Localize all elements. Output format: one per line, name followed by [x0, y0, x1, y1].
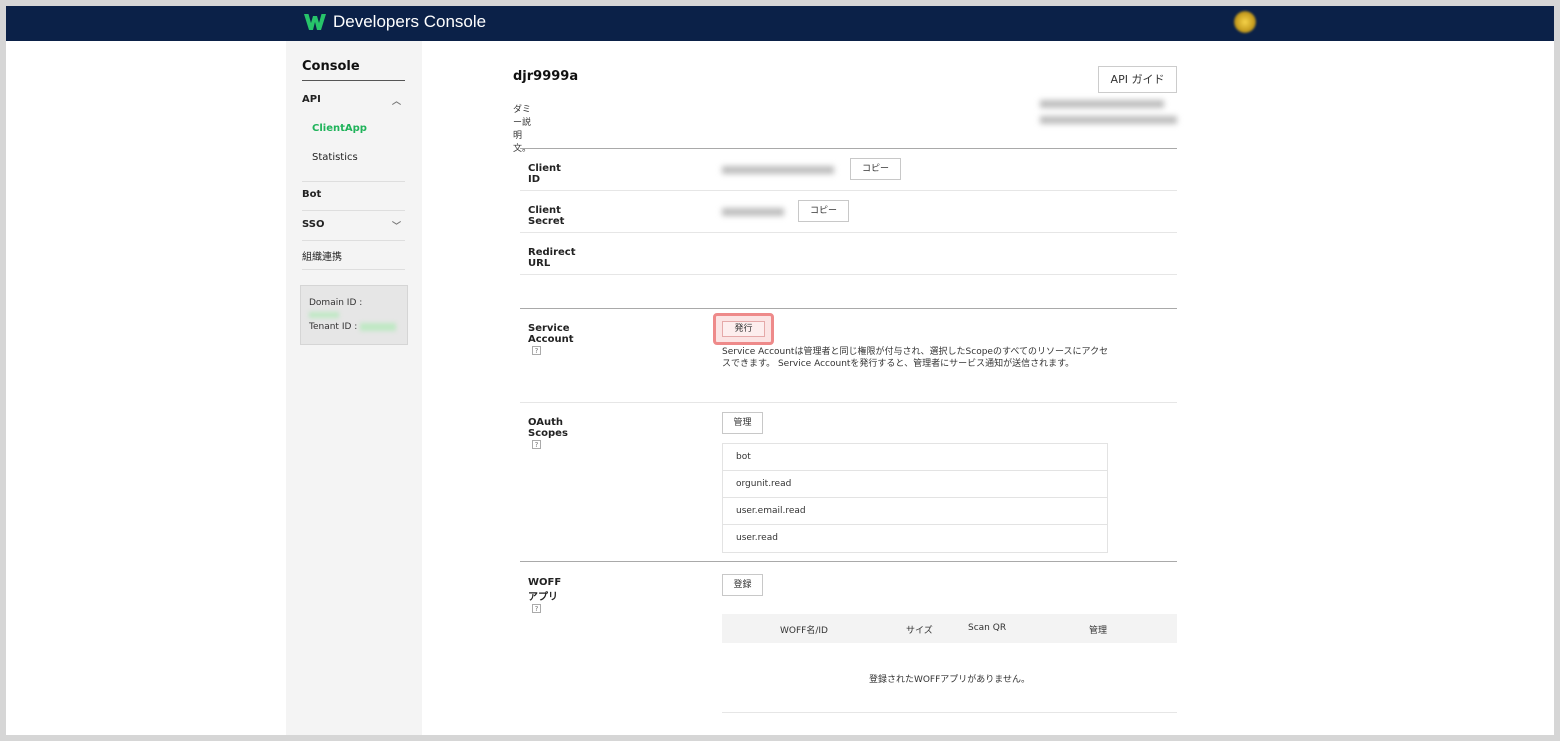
- sidebar-title: Console: [302, 59, 405, 81]
- help-icon[interactable]: ?: [532, 345, 541, 355]
- client-secret-value-redacted: [722, 208, 784, 216]
- manage-scopes-button[interactable]: 管理: [722, 412, 763, 434]
- woff-app-label: WOFFアプリ?: [528, 577, 561, 614]
- redacted-meta-line: [1040, 116, 1177, 124]
- row-divider: [520, 232, 1177, 233]
- app-window: Developers Console Console API ︿ ClientA…: [6, 6, 1554, 735]
- api-guide-button[interactable]: API ガイド: [1098, 66, 1177, 93]
- domain-id-label: Domain ID :: [309, 298, 363, 308]
- help-icon[interactable]: ?: [532, 603, 541, 613]
- woff-app-label-text: WOFFアプリ: [528, 577, 562, 603]
- scope-item: user.read: [736, 533, 778, 543]
- help-icon[interactable]: ?: [532, 439, 541, 449]
- tenant-info-box: Domain ID : Tenant ID :: [300, 285, 408, 345]
- sidebar-item-statistics[interactable]: Statistics: [312, 152, 402, 163]
- column-header-scan-qr: Scan QR: [968, 623, 1007, 633]
- sidebar-item-sso[interactable]: SSO ﹀: [302, 219, 405, 232]
- scope-list: bot orgunit.read user.email.read user.re…: [722, 443, 1108, 553]
- scope-item: orgunit.read: [723, 471, 1107, 498]
- sidebar-divider: [302, 210, 405, 211]
- redirect-url-label: Redirect URL: [528, 247, 576, 269]
- brand-title[interactable]: Developers Console: [333, 12, 486, 32]
- scope-item: bot: [723, 444, 1107, 471]
- section-divider: [520, 148, 1177, 149]
- sidebar-divider: [302, 240, 405, 241]
- sidebar-item-label: Bot: [302, 189, 322, 200]
- service-account-label-text: Service Account: [528, 323, 574, 345]
- issue-button-highlight: 発行: [713, 313, 774, 345]
- row-divider: [520, 274, 1177, 275]
- column-header-size: サイズ: [906, 626, 933, 636]
- sidebar-item-api[interactable]: API ︿: [302, 94, 405, 107]
- copy-client-secret-button[interactable]: コピー: [798, 200, 849, 222]
- scope-item: user.email.read: [723, 498, 1107, 525]
- top-navbar: Developers Console: [6, 6, 1554, 41]
- sidebar-divider: [302, 181, 405, 182]
- section-divider: [520, 308, 1177, 309]
- row-divider: [722, 712, 1177, 713]
- tenant-id-label: Tenant ID :: [309, 322, 358, 332]
- sidebar: Console API ︿ ClientApp Statistics Bot S…: [286, 41, 422, 735]
- oauth-scopes-label: OAuth Scopes?: [528, 417, 568, 450]
- sidebar-item-bot[interactable]: Bot: [302, 189, 405, 200]
- row-divider: [520, 190, 1177, 191]
- redacted-meta-line: [1040, 100, 1164, 108]
- column-header-woff-name: WOFF名/ID: [780, 626, 828, 636]
- chevron-up-icon: ︿: [391, 97, 401, 107]
- section-divider: [520, 561, 1177, 562]
- service-account-description: Service Accountは管理者と同じ権限が付与され、選択したScopeの…: [722, 347, 1109, 369]
- domain-id-value-redacted: [309, 312, 339, 318]
- sidebar-item-org-link[interactable]: 組織連携: [302, 248, 405, 263]
- issue-service-account-button[interactable]: 発行: [722, 321, 765, 337]
- register-woff-button[interactable]: 登録: [722, 574, 763, 596]
- column-header-manage: 管理: [1089, 626, 1108, 636]
- oauth-scopes-label-text: OAuth Scopes: [528, 417, 568, 439]
- sidebar-item-label: API: [302, 94, 321, 105]
- tenant-id-value-redacted: [360, 322, 397, 331]
- sidebar-item-label: 組織連携: [302, 252, 342, 263]
- client-secret-label: Client Secret: [528, 205, 565, 227]
- works-w-logo-icon[interactable]: [304, 13, 326, 31]
- service-account-label: Service Account?: [528, 323, 573, 356]
- sidebar-item-label: ClientApp: [312, 123, 367, 134]
- sidebar-item-label: SSO: [302, 219, 325, 230]
- client-id-label: Client ID: [528, 163, 561, 185]
- woff-table-header: WOFF名/ID サイズ Scan QR 管理: [722, 614, 1177, 643]
- sidebar-divider: [302, 269, 405, 270]
- app-description: ダミー説明文。: [513, 105, 532, 154]
- row-divider: [520, 402, 1177, 403]
- sidebar-item-clientapp[interactable]: ClientApp: [312, 123, 402, 134]
- app-name: djr9999a: [513, 69, 579, 84]
- copy-client-id-button[interactable]: コピー: [850, 158, 901, 180]
- user-avatar[interactable]: [1234, 11, 1256, 33]
- client-id-value-redacted: [722, 166, 834, 174]
- sidebar-item-label: Statistics: [312, 152, 358, 163]
- woff-empty-message: 登録されたWOFFアプリがありません。: [868, 675, 1031, 685]
- chevron-down-icon: ﹀: [391, 222, 401, 232]
